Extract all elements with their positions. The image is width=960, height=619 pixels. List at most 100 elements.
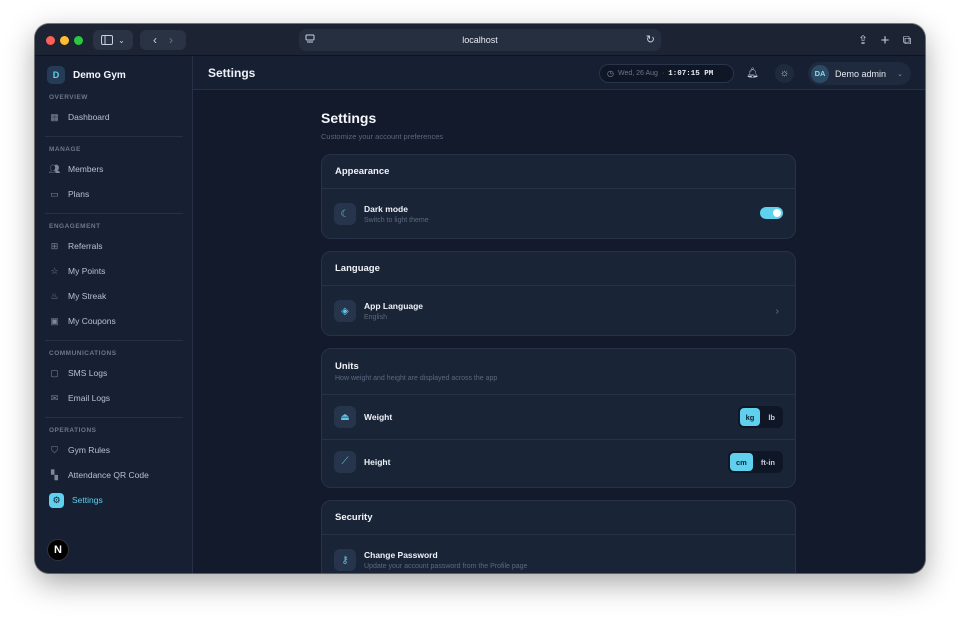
sidebar-item-label: My Coupons [68,316,116,326]
unit-option-ft-in[interactable]: ft-in [755,453,781,471]
security-card: Security ⚷ Change Password Update your a… [321,500,796,573]
language-card: Language ◈ App Language English › [321,251,796,336]
sidebar-item-members[interactable]: 👥︎ Members [45,159,183,179]
date-text: Wed, 26 Aug [617,70,658,77]
sidebar-item-label: My Streak [68,291,107,301]
divider [45,136,183,137]
change-password-row[interactable]: ⚷ Change Password Update your account pa… [322,535,795,573]
maximize-window-button[interactable] [74,36,83,45]
dark-mode-row[interactable]: ☾ Dark mode Switch to light theme [322,189,795,239]
dark-mode-toggle[interactable] [760,207,783,219]
globe-icon: ◈ [334,300,356,322]
chevron-right-icon: › [775,305,779,317]
nextjs-badge[interactable]: N [47,539,69,561]
section-manage: MANAGE [49,146,81,153]
back-icon[interactable]: ‹ [153,33,157,47]
card-header: Units How weight and height are displaye… [322,349,795,395]
section-overview: OVERVIEW [49,94,88,101]
new-tab-icon[interactable]: + [875,30,895,50]
height-row: ⟋ Height cm ft-in [322,439,795,483]
unit-option-lb[interactable]: lb [762,408,781,426]
weight-unit-selector: kg lb [737,406,783,428]
divider [45,213,183,214]
qr-code-icon: ▚ [51,469,58,480]
browser-window: ⌄ ‹ › localhost ↻ ⇪ + ⧉ D Demo Gym OVERV… [35,24,925,573]
language-value: English [364,314,387,321]
sun-icon[interactable]: ☼ [775,64,794,83]
weight-icon: ⏏ [334,406,356,428]
sidebar-item-label: Dashboard [68,112,110,122]
sidebar-item-referrals[interactable]: ⊞ Referrals [45,236,183,256]
address-bar[interactable]: localhost ↻ [299,29,661,51]
unit-option-kg[interactable]: kg [739,408,761,426]
sidebar-item-label: My Points [68,266,106,276]
sidebar-item-dashboard[interactable]: ▦ Dashboard [45,107,183,127]
header-title: Settings [208,66,256,80]
main-content: Settings Customize your account preferen… [193,90,925,573]
sidebar-item-label: Referrals [68,241,103,251]
sidebar-item-settings[interactable]: ⚙ Settings [45,490,183,510]
app-header: Settings ◷ Wed, 26 Aug · 1:07:15 PM 🔔︎ ☼… [193,56,925,90]
avatar: DA [811,64,829,83]
users-icon: 👥︎ [48,163,61,174]
forward-icon[interactable]: › [169,33,173,47]
chevron-down-icon: ⌄ [118,35,125,45]
sidebar: D Demo Gym OVERVIEW ▦ Dashboard MANAGE 👥… [35,56,193,573]
language-label: App Language [364,301,424,311]
tab-overview-icon[interactable]: ⧉ [897,30,917,50]
height-unit-selector: cm ft-in [727,451,783,473]
sidebar-item-label: Members [68,164,104,174]
brand[interactable]: D Demo Gym [47,66,126,84]
bell-icon[interactable]: 🔔︎ [743,64,762,83]
brand-name: Demo Gym [73,69,126,81]
change-password-desc: Update your account password from the Pr… [364,563,528,570]
brand-logo: D [47,66,65,84]
sidebar-item-label: Email Logs [68,393,111,403]
history-nav: ‹ › [140,30,186,50]
sidebar-item-my-coupons[interactable]: ▣ My Coupons [45,311,183,331]
card-header: Appearance [322,155,795,189]
page-settings-icon [305,34,315,43]
sidebar-item-label: Plans [68,189,90,199]
user-menu[interactable]: DA Demo admin ⌄ [808,62,911,85]
unit-option-cm[interactable]: cm [729,453,753,471]
sidebar-toggle-button[interactable]: ⌄ [93,30,133,50]
appearance-card: Appearance ☾ Dark mode Switch to light t… [321,154,796,239]
star-icon: ☆ [50,265,59,276]
sidebar-item-sms-logs[interactable]: ▢ SMS Logs [45,363,183,383]
message-icon: ▢ [50,367,59,378]
sidebar-item-my-points[interactable]: ☆ My Points [45,261,183,281]
sidebar-item-gym-rules[interactable]: ⛉ Gym Rules [45,440,183,460]
minimize-window-button[interactable] [60,36,69,45]
card-title: Security [335,512,373,523]
flame-icon: ♨ [50,290,59,301]
sidebar-item-attendance-qr[interactable]: ▚ Attendance QR Code [45,465,183,485]
page-title: Settings [321,110,377,126]
card-desc: How weight and height are displayed acro… [335,375,498,382]
sidebar-item-my-streak[interactable]: ♨ My Streak [45,286,183,306]
browser-titlebar: ⌄ ‹ › localhost ↻ ⇪ + ⧉ [35,24,925,56]
divider [45,417,183,418]
weight-label: Weight [364,412,393,422]
card-title: Units [335,361,359,372]
clock-icon: ◷ [607,69,614,78]
app-language-row[interactable]: ◈ App Language English › [322,286,795,336]
section-operations: OPERATIONS [49,427,97,434]
section-engagement: ENGAGEMENT [49,223,101,230]
weight-row: ⏏ Weight kg lb [322,395,795,439]
dark-mode-label: Dark mode [364,204,408,214]
time-text: 1:07:15 PM [668,69,714,78]
sidebar-item-label: Gym Rules [68,445,111,455]
reload-icon[interactable]: ↻ [646,33,655,46]
ruler-icon: ⟋ [334,450,356,473]
card-title: Language [335,263,380,274]
sidebar-item-email-logs[interactable]: ✉ Email Logs [45,388,183,408]
separator: · [661,70,665,77]
sidebar-item-plans[interactable]: ▭ Plans [45,184,183,204]
close-window-button[interactable] [46,36,55,45]
dark-mode-desc: Switch to light theme [364,217,429,224]
share-icon[interactable]: ⇪ [853,30,873,50]
sidebar-item-label: Attendance QR Code [68,470,149,480]
gift-icon: ⊞ [50,240,59,251]
sidebar-icon [101,35,114,45]
